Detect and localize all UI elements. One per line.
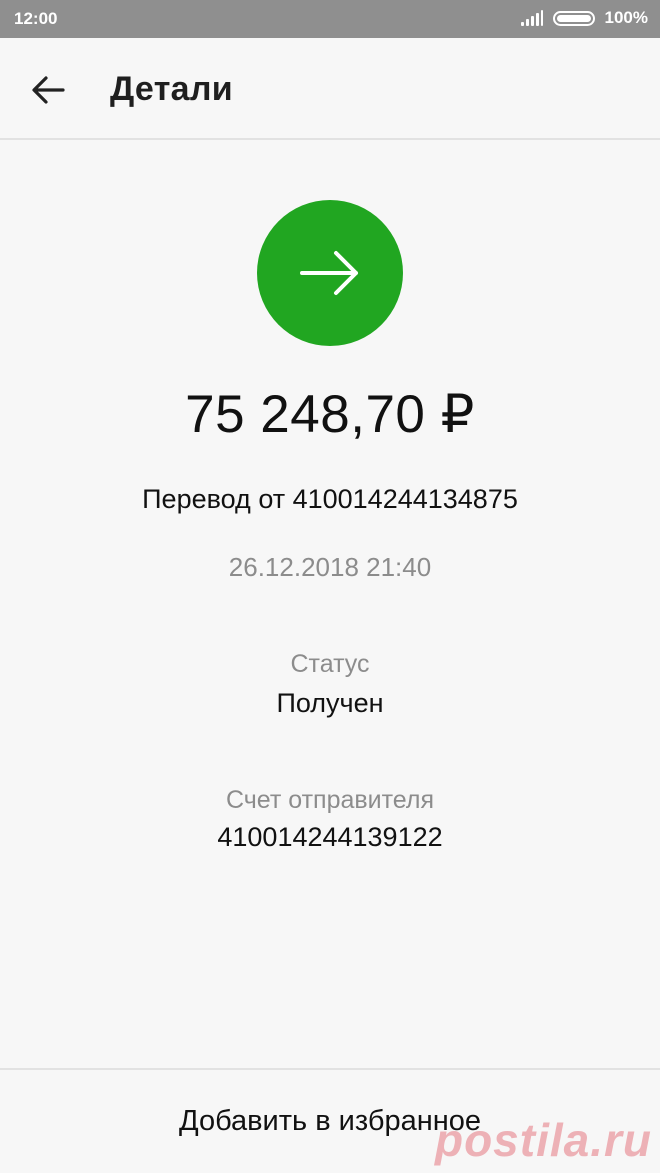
transaction-datetime: 26.12.2018 21:40 <box>228 552 432 582</box>
app-bar: Детали <box>0 38 660 140</box>
arrow-left-icon <box>32 76 65 104</box>
back-button[interactable] <box>24 66 72 114</box>
status-label: Статус <box>290 650 370 678</box>
sender-account-value: 410014244139122 <box>217 822 443 852</box>
status-value: Получен <box>276 688 384 718</box>
signal-icon <box>520 10 543 26</box>
add-to-favorites-button[interactable]: Добавить в избранное <box>0 1070 660 1173</box>
arrow-right-icon <box>300 251 358 295</box>
transaction-amount: 75 248,70 ₽ <box>185 385 475 444</box>
sender-account-label: Счет отправителя <box>225 786 435 814</box>
page-title: Детали <box>110 70 233 108</box>
status-time: 12:00 <box>14 9 58 28</box>
transaction-description: Перевод от 410014244134875 <box>142 484 518 514</box>
battery-icon <box>552 10 595 26</box>
status-indicators: 100% <box>520 8 648 28</box>
screen: 12:00 100% Детали 75 248,70 ₽ Перевод от… <box>0 0 660 1173</box>
battery-percent: 100% <box>604 8 648 27</box>
status-bar: 12:00 100% <box>0 0 660 38</box>
incoming-transfer-badge <box>257 200 403 346</box>
